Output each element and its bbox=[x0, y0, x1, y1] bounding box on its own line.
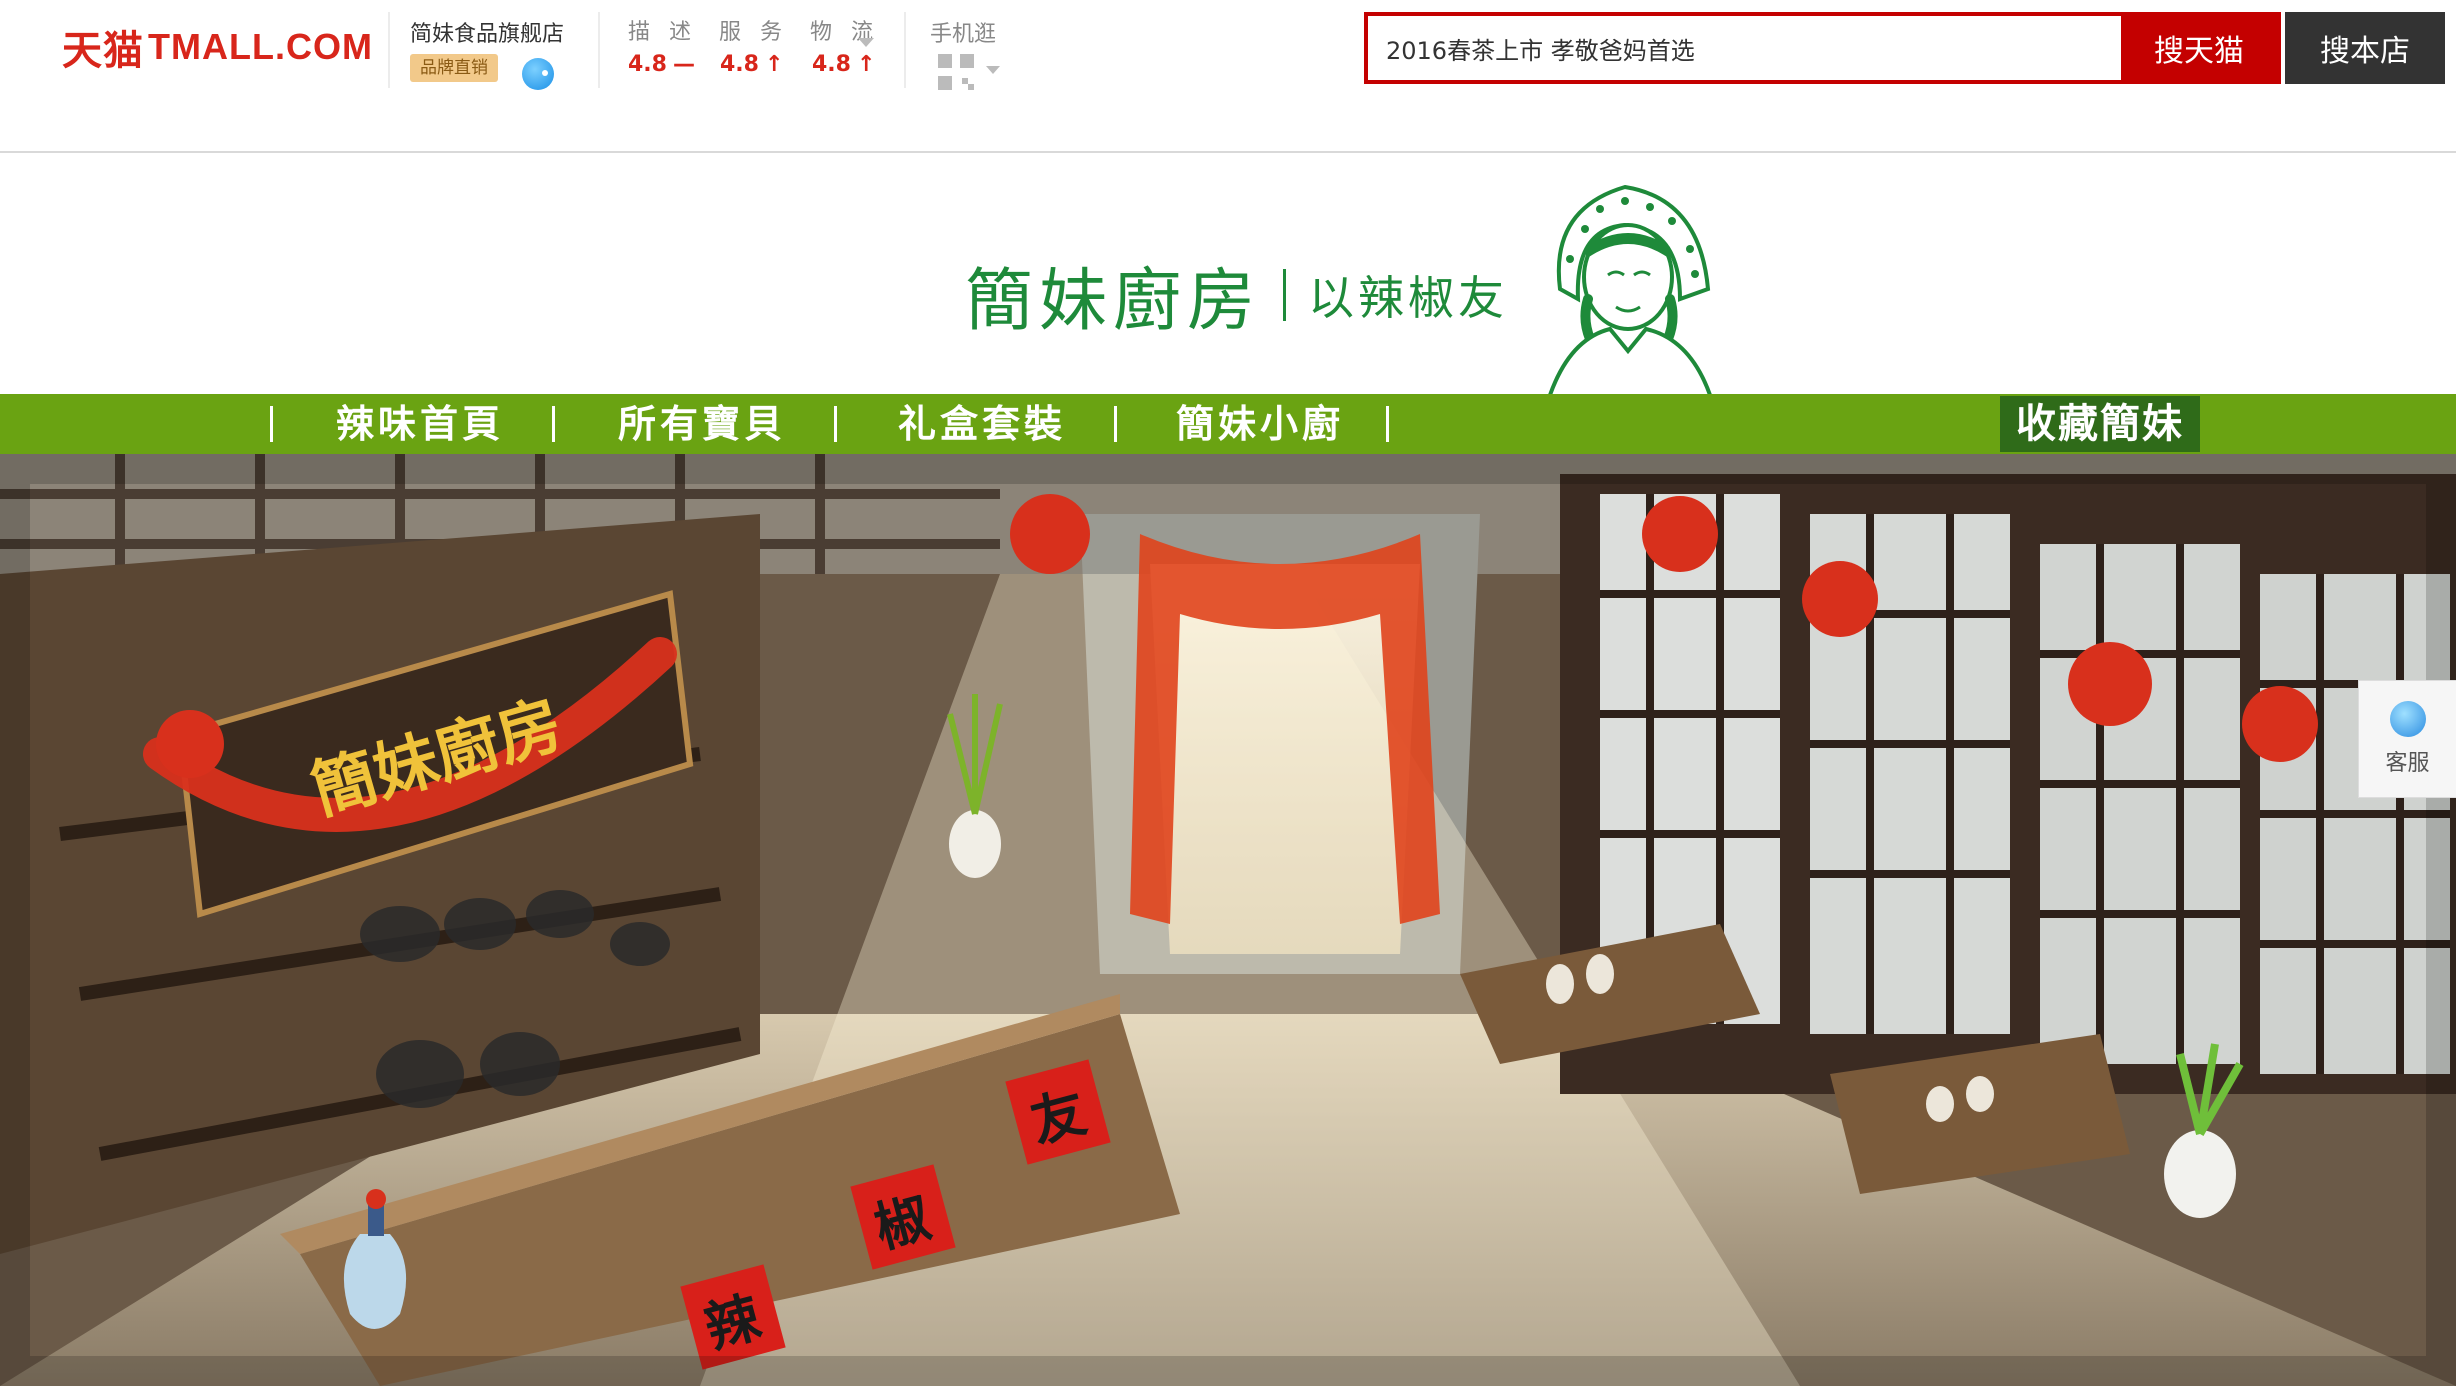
search-shop-button[interactable]: 搜本店 bbox=[2285, 12, 2445, 84]
hero-kitchen-illustration[interactable]: 簡妹廚房 友 椒 辣 bbox=[0, 454, 2456, 1386]
brand-badge: 品牌直销 bbox=[410, 54, 498, 82]
nav-separator bbox=[1114, 406, 1117, 442]
tmall-header: 天猫 TMALL.COM 简妹食品旗舰店 品牌直销 描 述 服 务 物 流 4.… bbox=[0, 0, 2456, 153]
rating-logistics: 4.8 ↑ bbox=[812, 52, 876, 77]
shop-name[interactable]: 简妹食品旗舰店 bbox=[410, 16, 564, 48]
ratings-dropdown-icon[interactable] bbox=[858, 38, 874, 47]
favorite-shop-button[interactable]: 收藏簡妹 bbox=[2000, 396, 2200, 452]
rating-description: 4.8— bbox=[628, 52, 695, 77]
nav-item-home[interactable]: 辣味首頁 bbox=[290, 394, 550, 454]
shop-brand-name: 簡妹廚房 bbox=[965, 262, 1262, 341]
search-input[interactable] bbox=[1368, 16, 2121, 80]
trend-up-icon: ↑ bbox=[764, 52, 784, 77]
trend-up-icon: ↑ bbox=[856, 52, 876, 77]
mobile-shop-label[interactable]: 手机逛 bbox=[930, 16, 996, 48]
search-box: 搜天猫 bbox=[1364, 12, 2281, 84]
ratings-values[interactable]: 4.8— 4.8 ↑ 4.8 ↑ bbox=[628, 52, 882, 77]
qr-dropdown-icon[interactable] bbox=[986, 66, 1000, 74]
ratings-labels: 描 述 服 务 物 流 bbox=[628, 14, 879, 46]
nav-separator bbox=[834, 406, 837, 442]
nav-item-gift-boxes[interactable]: 礼盒套裝 bbox=[852, 394, 1112, 454]
shop-nav: 辣味首頁 所有寶貝 礼盒套裝 簡妹小廚 收藏簡妹 bbox=[0, 394, 2456, 454]
shop-banner: 簡妹廚房 以辣椒友 bbox=[0, 155, 2456, 395]
logo-en: TMALL.COM bbox=[148, 26, 373, 67]
wangwang-chat-icon[interactable] bbox=[522, 58, 554, 90]
tmall-logo[interactable]: 天猫 TMALL.COM bbox=[62, 22, 373, 73]
title-divider bbox=[1283, 268, 1287, 321]
customer-service-button[interactable]: 客服 bbox=[2358, 680, 2456, 798]
shop-title: 簡妹廚房 以辣椒友 bbox=[965, 245, 1508, 344]
rating-label-service: 服 务 bbox=[719, 20, 788, 45]
nav-item-all-products[interactable]: 所有寶貝 bbox=[572, 394, 832, 454]
divider bbox=[598, 12, 600, 88]
nav-separator bbox=[552, 406, 555, 442]
nav-separator bbox=[1386, 406, 1389, 442]
rating-service: 4.8 ↑ bbox=[720, 52, 784, 77]
qr-code-icon[interactable] bbox=[938, 54, 974, 90]
customer-service-label: 客服 bbox=[2385, 751, 2430, 776]
kitchen-scene: 簡妹廚房 友 椒 辣 bbox=[0, 454, 2456, 1386]
logo-cn: 天猫 bbox=[62, 29, 144, 73]
search-tmall-button[interactable]: 搜天猫 bbox=[2121, 16, 2277, 80]
rating-label-description: 描 述 bbox=[628, 20, 697, 45]
nav-item-kitchen[interactable]: 簡妹小廚 bbox=[1130, 394, 1390, 454]
shop-slogan: 以辣椒友 bbox=[1308, 270, 1509, 325]
divider bbox=[904, 12, 906, 88]
nav-separator bbox=[270, 406, 273, 442]
divider bbox=[388, 12, 390, 88]
customer-service-icon bbox=[2389, 701, 2426, 737]
mascot-girl-illustration bbox=[1548, 184, 1712, 395]
trend-flat-icon: — bbox=[672, 52, 695, 77]
